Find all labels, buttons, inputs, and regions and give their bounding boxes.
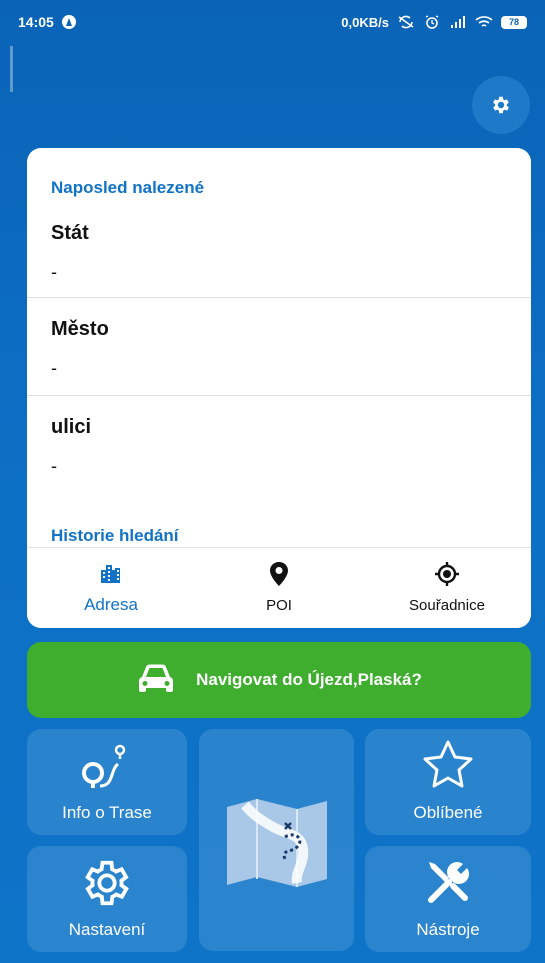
city-row[interactable]: Město - (27, 308, 531, 406)
country-row[interactable]: Stát - (27, 212, 531, 310)
route-icon (82, 744, 126, 788)
tab-coordinates[interactable]: Souřadnice (363, 548, 531, 628)
history-section-title[interactable]: Historie hledání (51, 526, 179, 546)
tab-address-label: Adresa (84, 595, 138, 614)
street-label: ulici (51, 416, 92, 438)
navigation-status-icon (61, 15, 76, 29)
street-row[interactable]: ulici - (27, 406, 531, 504)
map-icon (226, 799, 327, 887)
route-info-tile[interactable]: Info o Trase (27, 729, 187, 835)
crosshair-icon (435, 562, 459, 586)
signal-icon (451, 16, 465, 28)
tools-label: Nástroje (416, 920, 480, 939)
cog-icon (85, 860, 129, 906)
battery-icon: 78 (501, 15, 527, 29)
recent-section-title: Naposled nalezené (51, 178, 205, 197)
car-icon (139, 664, 174, 692)
city-value: - (51, 358, 57, 378)
settings-tile[interactable]: Nastavení (27, 846, 187, 952)
status-time: 14:05 (18, 14, 54, 30)
settings-tile-label: Nastavení (68, 920, 146, 939)
divider (27, 297, 531, 298)
tools-tile[interactable]: Nástroje (365, 846, 531, 952)
tab-poi[interactable]: POI (195, 548, 363, 628)
alarm-icon (425, 15, 439, 29)
street-value: - (51, 456, 57, 476)
search-card: Naposled nalezené Stát - Město - ulici -… (27, 148, 531, 628)
divider (27, 395, 531, 396)
network-speed: 0,0KB/s (341, 14, 389, 30)
country-value: - (51, 262, 57, 282)
navigate-button-label: Navigovat do Újezd,Plaská? (196, 670, 422, 689)
map-pin-icon (270, 562, 288, 586)
gear-icon (493, 96, 509, 114)
search-tabs: Adresa POI Souřadnice (27, 547, 531, 628)
tab-poi-label: POI (266, 597, 292, 614)
tab-coordinates-label: Souřadnice (409, 597, 485, 614)
map-tile[interactable] (199, 729, 354, 951)
settings-button[interactable] (472, 76, 530, 134)
navigate-button[interactable]: Navigovat do Újezd,Plaská? (27, 642, 531, 718)
country-label: Stát (51, 222, 89, 244)
sync-off-icon (398, 15, 414, 29)
building-icon (101, 565, 120, 583)
route-info-label: Info o Trase (62, 803, 152, 822)
city-label: Město (51, 318, 109, 340)
favorites-tile[interactable]: Oblíbené (365, 729, 531, 835)
edge-indicator (10, 46, 13, 92)
tab-address[interactable]: Adresa (27, 548, 195, 628)
tools-icon (428, 862, 469, 903)
wifi-icon (475, 16, 493, 27)
status-bar: 14:05 0,0KB/s 78 (0, 0, 545, 44)
star-icon (423, 740, 473, 788)
favorites-label: Oblíbené (413, 803, 483, 822)
